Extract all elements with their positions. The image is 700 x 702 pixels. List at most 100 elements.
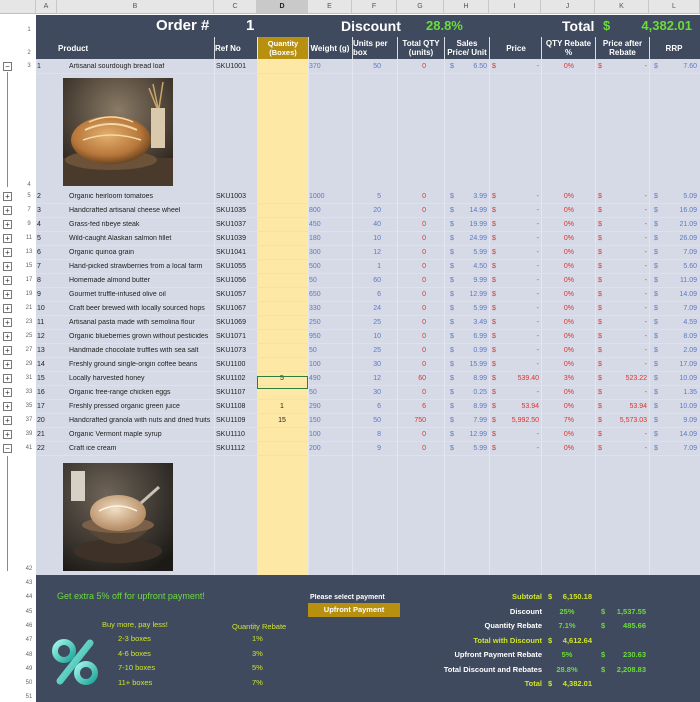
ref-number[interactable]: SKU1109 bbox=[216, 417, 256, 424]
price-cell[interactable]: - bbox=[498, 63, 539, 70]
price-after-rebate-cell[interactable]: - bbox=[604, 319, 647, 326]
ref-number[interactable]: SKU1107 bbox=[216, 389, 256, 396]
order-number[interactable]: 1 bbox=[246, 17, 254, 34]
item-number[interactable]: 1 bbox=[37, 63, 55, 70]
column-header-f[interactable]: F bbox=[352, 0, 397, 14]
expand-group-button[interactable]: + bbox=[3, 192, 12, 201]
column-header-j[interactable]: J bbox=[541, 0, 595, 14]
item-number[interactable]: 12 bbox=[37, 333, 55, 340]
rrp-cell[interactable]: 1.35 bbox=[660, 389, 697, 396]
total-qty-cell[interactable]: 0 bbox=[398, 277, 426, 284]
expand-group-button[interactable]: + bbox=[3, 276, 12, 285]
price-after-rebate-cell[interactable]: - bbox=[604, 389, 647, 396]
total-qty-cell[interactable]: 0 bbox=[398, 291, 426, 298]
price-after-rebate-cell[interactable]: - bbox=[604, 305, 647, 312]
sales-price-cell[interactable]: 15.99 bbox=[455, 361, 487, 368]
rrp-cell[interactable]: 7.09 bbox=[660, 445, 697, 452]
ref-number[interactable]: SKU1102 bbox=[216, 375, 256, 382]
item-number[interactable]: 13 bbox=[37, 347, 55, 354]
total-qty-cell[interactable]: 0 bbox=[398, 249, 426, 256]
price-cell[interactable]: - bbox=[498, 319, 539, 326]
product-name[interactable]: Organic free-range chicken eggs bbox=[69, 389, 213, 396]
product-name[interactable]: Craft ice cream bbox=[69, 445, 213, 452]
expand-group-button[interactable]: + bbox=[3, 318, 12, 327]
ref-number[interactable]: SKU1069 bbox=[216, 319, 256, 326]
item-number[interactable]: 10 bbox=[37, 305, 55, 312]
units-per-box-cell[interactable]: 12 bbox=[353, 249, 381, 256]
row-number[interactable]: 35 bbox=[22, 403, 36, 409]
column-header-i[interactable]: I bbox=[489, 0, 541, 14]
price-cell[interactable]: 539.40 bbox=[498, 375, 539, 382]
row-number[interactable]: 27 bbox=[22, 347, 36, 353]
sales-price-cell[interactable]: 9.99 bbox=[455, 277, 487, 284]
weight-cell[interactable]: 950 bbox=[309, 333, 351, 340]
column-header-h[interactable]: H bbox=[444, 0, 489, 14]
expand-group-button[interactable]: + bbox=[3, 248, 12, 257]
rrp-cell[interactable]: 11.09 bbox=[660, 277, 697, 284]
column-header-e[interactable]: E bbox=[308, 0, 352, 14]
product-name[interactable]: Artisanal pasta made with semolina flour bbox=[69, 319, 213, 326]
weight-cell[interactable]: 100 bbox=[309, 361, 351, 368]
price-cell[interactable]: - bbox=[498, 193, 539, 200]
row-number[interactable]: 17 bbox=[22, 277, 36, 283]
row-number[interactable]: 21 bbox=[22, 305, 36, 311]
units-per-box-cell[interactable]: 25 bbox=[353, 319, 381, 326]
product-name[interactable]: Handcrafted granola with nuts and dried … bbox=[69, 417, 213, 424]
qty-rebate-cell[interactable]: 0% bbox=[552, 235, 574, 242]
qty-rebate-cell[interactable]: 0% bbox=[552, 333, 574, 340]
qty-rebate-cell[interactable]: 3% bbox=[552, 375, 574, 382]
collapse-group-button[interactable]: − bbox=[3, 444, 12, 453]
rrp-cell[interactable]: 21.09 bbox=[660, 221, 697, 228]
expand-group-button[interactable]: + bbox=[3, 220, 12, 229]
item-number[interactable]: 9 bbox=[37, 291, 55, 298]
item-number[interactable]: 8 bbox=[37, 277, 55, 284]
expand-group-button[interactable]: + bbox=[3, 234, 12, 243]
item-number[interactable]: 22 bbox=[37, 445, 55, 452]
product-name[interactable]: Artisanal sourdough bread loaf bbox=[69, 63, 213, 70]
item-number[interactable]: 17 bbox=[37, 403, 55, 410]
price-cell[interactable]: - bbox=[498, 305, 539, 312]
price-cell[interactable]: - bbox=[498, 207, 539, 214]
qty-rebate-cell[interactable]: 0% bbox=[552, 347, 574, 354]
rrp-cell[interactable]: 17.09 bbox=[660, 361, 697, 368]
expand-group-button[interactable]: + bbox=[3, 262, 12, 271]
qty-rebate-cell[interactable]: 0% bbox=[552, 263, 574, 270]
total-qty-cell[interactable]: 0 bbox=[398, 63, 426, 70]
price-cell[interactable]: - bbox=[498, 263, 539, 270]
product-name[interactable]: Freshly pressed organic green juice bbox=[69, 403, 213, 410]
product-name[interactable]: Handmade chocolate truffles with sea sal… bbox=[69, 347, 213, 354]
price-after-rebate-cell[interactable]: - bbox=[604, 193, 647, 200]
units-per-box-cell[interactable]: 40 bbox=[353, 221, 381, 228]
price-after-rebate-cell[interactable]: 523.22 bbox=[604, 375, 647, 382]
weight-cell[interactable]: 650 bbox=[309, 291, 351, 298]
item-number[interactable]: 2 bbox=[37, 193, 55, 200]
units-per-box-cell[interactable]: 9 bbox=[353, 445, 381, 452]
ref-number[interactable]: SKU1001 bbox=[216, 63, 256, 70]
total-qty-cell[interactable]: 0 bbox=[398, 347, 426, 354]
rrp-cell[interactable]: 14.09 bbox=[660, 431, 697, 438]
units-per-box-cell[interactable]: 30 bbox=[353, 389, 381, 396]
item-number[interactable]: 14 bbox=[37, 361, 55, 368]
ref-number[interactable]: SKU1112 bbox=[216, 445, 256, 452]
price-cell[interactable]: - bbox=[498, 361, 539, 368]
total-qty-cell[interactable]: 0 bbox=[398, 389, 426, 396]
ref-number[interactable]: SKU1003 bbox=[216, 193, 256, 200]
qty-rebate-cell[interactable]: 0% bbox=[552, 403, 574, 410]
price-cell[interactable]: - bbox=[498, 333, 539, 340]
weight-cell[interactable]: 330 bbox=[309, 305, 351, 312]
row-number[interactable]: 25 bbox=[22, 333, 36, 339]
row-number-51[interactable]: 51 bbox=[22, 694, 36, 700]
sales-price-cell[interactable]: 8.99 bbox=[455, 375, 487, 382]
expand-group-button[interactable]: + bbox=[3, 206, 12, 215]
weight-cell[interactable]: 490 bbox=[309, 375, 351, 382]
ref-number[interactable]: SKU1056 bbox=[216, 277, 256, 284]
ref-number[interactable]: SKU1067 bbox=[216, 305, 256, 312]
product-name[interactable]: Craft beer brewed with locally sourced h… bbox=[69, 305, 213, 312]
row-number[interactable]: 9 bbox=[22, 221, 36, 227]
ref-number[interactable]: SKU1055 bbox=[216, 263, 256, 270]
product-name[interactable]: Locally harvested honey bbox=[69, 375, 213, 382]
ref-number[interactable]: SKU1108 bbox=[216, 403, 256, 410]
product-name[interactable]: Organic blueberries grown without pestic… bbox=[69, 333, 213, 340]
price-cell[interactable]: - bbox=[498, 291, 539, 298]
column-header-g[interactable]: G bbox=[397, 0, 444, 14]
